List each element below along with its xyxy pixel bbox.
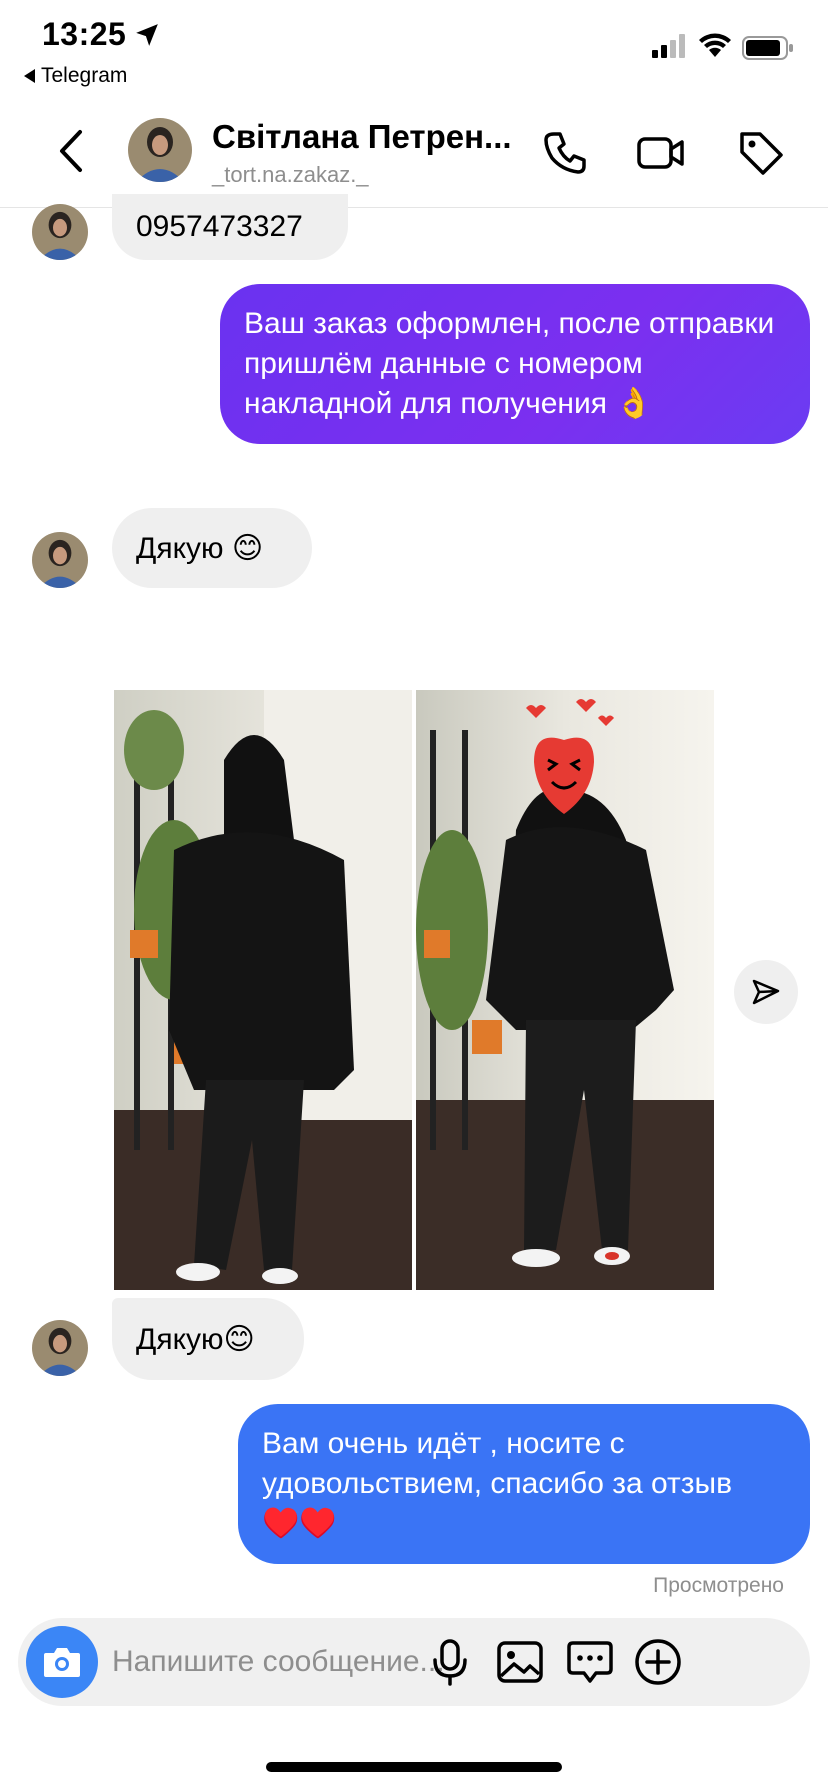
camera-icon bbox=[44, 1648, 80, 1677]
back-chevron-icon[interactable] bbox=[54, 128, 90, 174]
camera-button[interactable] bbox=[26, 1626, 98, 1698]
message-composer bbox=[18, 1618, 810, 1706]
photo-image bbox=[114, 690, 412, 1290]
home-indicator[interactable] bbox=[266, 1762, 562, 1772]
avatar-image bbox=[32, 204, 88, 260]
chat-header: Світлана Петрен... _tort.na.zakaz._ bbox=[0, 96, 828, 208]
message-text: Вам очень идёт , носите с удовольствием,… bbox=[262, 1427, 733, 1540]
incoming-message[interactable]: Дякую😊 bbox=[112, 1298, 304, 1380]
seen-status: Просмотрено bbox=[653, 1574, 784, 1597]
battery-icon bbox=[742, 36, 793, 60]
signal-icon bbox=[652, 34, 685, 58]
incoming-message[interactable]: 0957473327 bbox=[112, 194, 348, 260]
avatar-image bbox=[128, 118, 192, 182]
back-triangle-icon bbox=[24, 69, 35, 83]
message-text: Дякую😊 bbox=[136, 1322, 255, 1356]
avatar-image bbox=[32, 532, 88, 588]
message-text: 0957473327 bbox=[136, 210, 303, 243]
message-text: Дякую 😊 bbox=[136, 531, 264, 565]
sender-avatar[interactable] bbox=[32, 532, 88, 588]
gallery-icon[interactable] bbox=[494, 1636, 546, 1688]
sticker-icon[interactable] bbox=[564, 1636, 616, 1688]
photo-image bbox=[416, 690, 714, 1290]
back-app-label: Telegram bbox=[41, 64, 128, 87]
message-text: Ваш заказ оформлен, после отправки пришл… bbox=[244, 307, 775, 420]
avatar-image bbox=[32, 1320, 88, 1376]
phone-icon[interactable] bbox=[540, 128, 590, 178]
photo-front-view[interactable] bbox=[416, 690, 714, 1290]
share-button[interactable] bbox=[734, 960, 798, 1024]
contact-username: _tort.na.zakaz._ bbox=[212, 162, 369, 187]
photo-back-view[interactable] bbox=[114, 690, 412, 1290]
sender-avatar[interactable] bbox=[32, 1320, 88, 1376]
sender-avatar[interactable] bbox=[32, 204, 88, 260]
wifi-icon bbox=[699, 33, 731, 57]
outgoing-message[interactable]: Вам очень идёт , носите с удовольствием,… bbox=[238, 1404, 810, 1564]
contact-name[interactable]: Світлана Петрен... bbox=[212, 118, 522, 156]
message-input[interactable] bbox=[112, 1640, 472, 1684]
back-to-telegram-link[interactable]: Telegram bbox=[24, 64, 127, 88]
plus-icon[interactable] bbox=[632, 1636, 684, 1688]
incoming-message[interactable]: Дякую 😊 bbox=[112, 508, 312, 588]
outgoing-message[interactable]: Ваш заказ оформлен, после отправки пришл… bbox=[220, 284, 810, 444]
photo-message[interactable] bbox=[114, 690, 714, 1290]
status-bar: 13:25 Telegram bbox=[0, 0, 828, 96]
location-arrow-icon bbox=[136, 24, 158, 46]
video-icon[interactable] bbox=[636, 128, 686, 178]
contact-avatar[interactable] bbox=[128, 118, 192, 182]
send-icon bbox=[752, 979, 780, 1005]
microphone-icon[interactable] bbox=[424, 1636, 476, 1688]
clock: 13:25 bbox=[42, 16, 127, 52]
tag-icon[interactable] bbox=[736, 128, 786, 178]
